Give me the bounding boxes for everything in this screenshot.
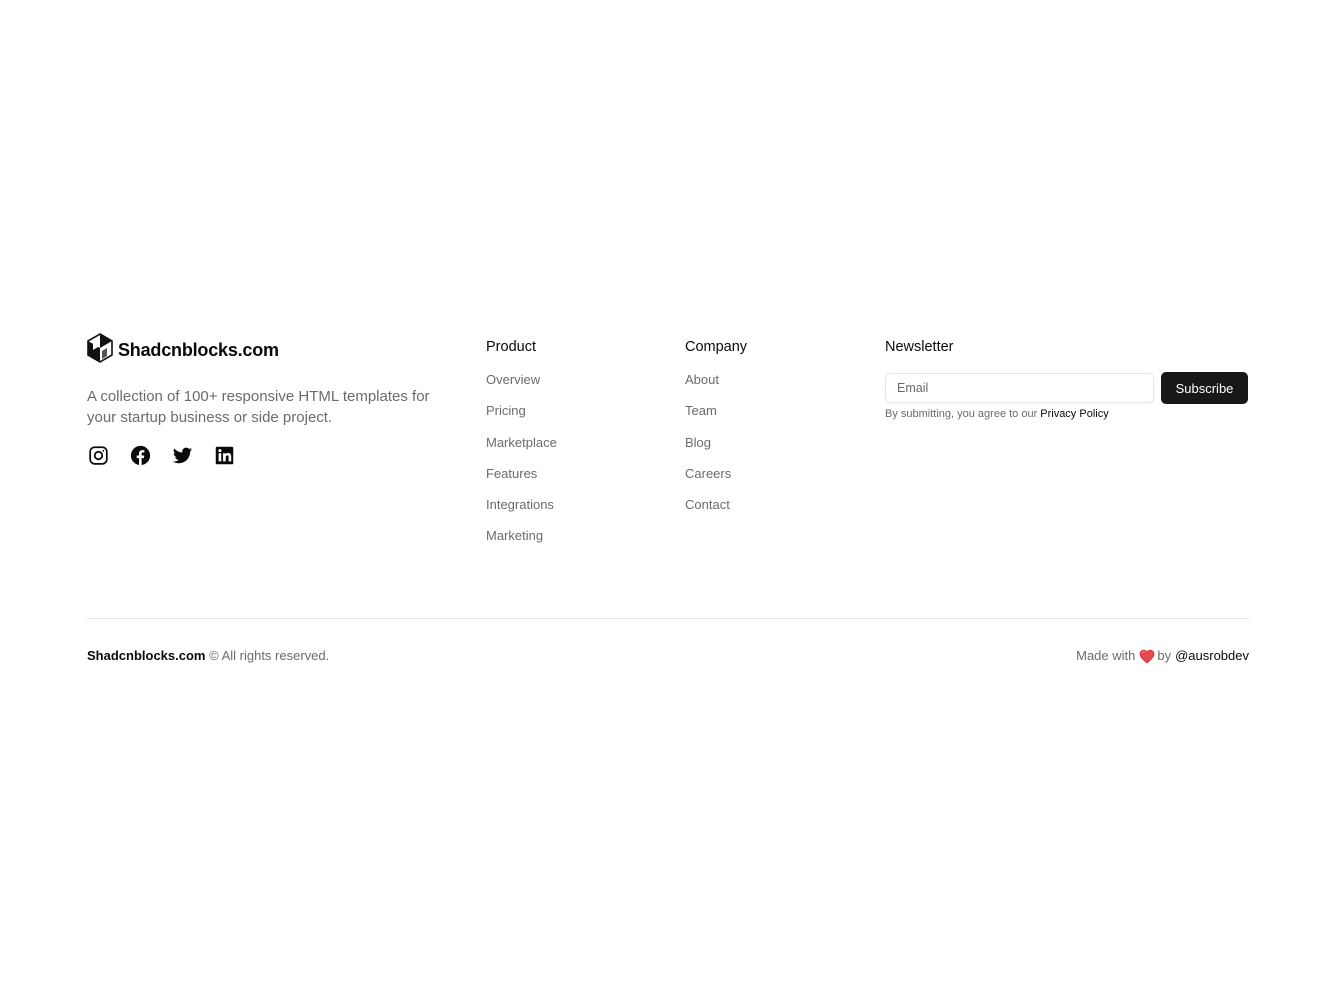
twitter-link[interactable] xyxy=(171,447,193,469)
consent-text: By submitting, you agree to our Privacy P… xyxy=(885,408,1249,420)
newsletter-column: Newsletter Subscribe By submitting, you … xyxy=(885,336,1249,420)
product-links: Overview Pricing Marketplace Features In… xyxy=(486,372,666,560)
brand-tagline: A collection of 100+ responsive HTML tem… xyxy=(87,388,430,426)
consent-label: By submitting, you agree to our xyxy=(885,408,1038,420)
linkedin-icon xyxy=(214,445,235,471)
footer-top: Shadcnblocks.com A collection of 100+ re… xyxy=(87,332,1249,584)
footer-bottom: Shadcnblocks.com © All rights reserved. … xyxy=(87,647,1249,665)
email-input[interactable] xyxy=(885,373,1154,403)
linkedin-link[interactable] xyxy=(213,445,235,471)
product-link-overview[interactable]: Overview xyxy=(486,372,666,403)
product-link-marketplace[interactable]: Marketplace xyxy=(486,435,666,466)
copyright: Shadcnblocks.com © All rights reserved. xyxy=(87,647,329,665)
made-with: Made with by @ausrobdev xyxy=(1076,647,1249,665)
company-link-blog[interactable]: Blog xyxy=(685,435,865,466)
author-link[interactable]: @ausrobdev xyxy=(1175,647,1249,665)
company-link-team[interactable]: Team xyxy=(685,403,865,434)
subscribe-button[interactable]: Subscribe xyxy=(1161,372,1248,404)
company-link-contact[interactable]: Contact xyxy=(685,497,865,528)
privacy-policy-link[interactable]: Privacy Policy xyxy=(1040,408,1108,420)
heart-icon xyxy=(1139,649,1155,664)
company-link-careers[interactable]: Careers xyxy=(685,466,865,497)
brand-name: Shadcnblocks.com xyxy=(118,339,279,360)
company-links: About Team Blog Careers Contact xyxy=(685,372,865,528)
facebook-link[interactable] xyxy=(129,445,151,471)
company-column: Company About Team Blog Careers Contact xyxy=(685,336,865,528)
product-link-integrations[interactable]: Integrations xyxy=(486,497,666,528)
copyright-site-link[interactable]: Shadcnblocks.com xyxy=(87,648,205,663)
made-by-label: by xyxy=(1157,648,1172,663)
twitter-icon xyxy=(172,445,193,471)
product-column: Product Overview Pricing Marketplace Fea… xyxy=(486,336,666,560)
newsletter-form: Subscribe xyxy=(885,372,1249,404)
newsletter-heading: Newsletter xyxy=(885,339,954,355)
footer-divider xyxy=(87,618,1249,619)
hexagon-logo-icon xyxy=(87,332,113,368)
company-heading: Company xyxy=(685,339,748,355)
product-link-features[interactable]: Features xyxy=(486,466,666,497)
copyright-text: © All rights reserved. xyxy=(209,648,330,663)
social-links xyxy=(87,445,447,471)
brand-link[interactable]: Shadcnblocks.com xyxy=(87,332,447,368)
made-with-label: Made with xyxy=(1076,648,1136,663)
brand-column: Shadcnblocks.com A collection of 100+ re… xyxy=(87,332,447,471)
product-heading: Product xyxy=(486,339,536,355)
instagram-link[interactable] xyxy=(87,445,109,471)
product-link-pricing[interactable]: Pricing xyxy=(486,403,666,434)
product-link-marketing[interactable]: Marketing xyxy=(486,528,666,559)
instagram-icon xyxy=(88,445,109,471)
company-link-about[interactable]: About xyxy=(685,372,865,403)
footer: Shadcnblocks.com A collection of 100+ re… xyxy=(87,332,1249,664)
facebook-icon xyxy=(130,445,151,471)
